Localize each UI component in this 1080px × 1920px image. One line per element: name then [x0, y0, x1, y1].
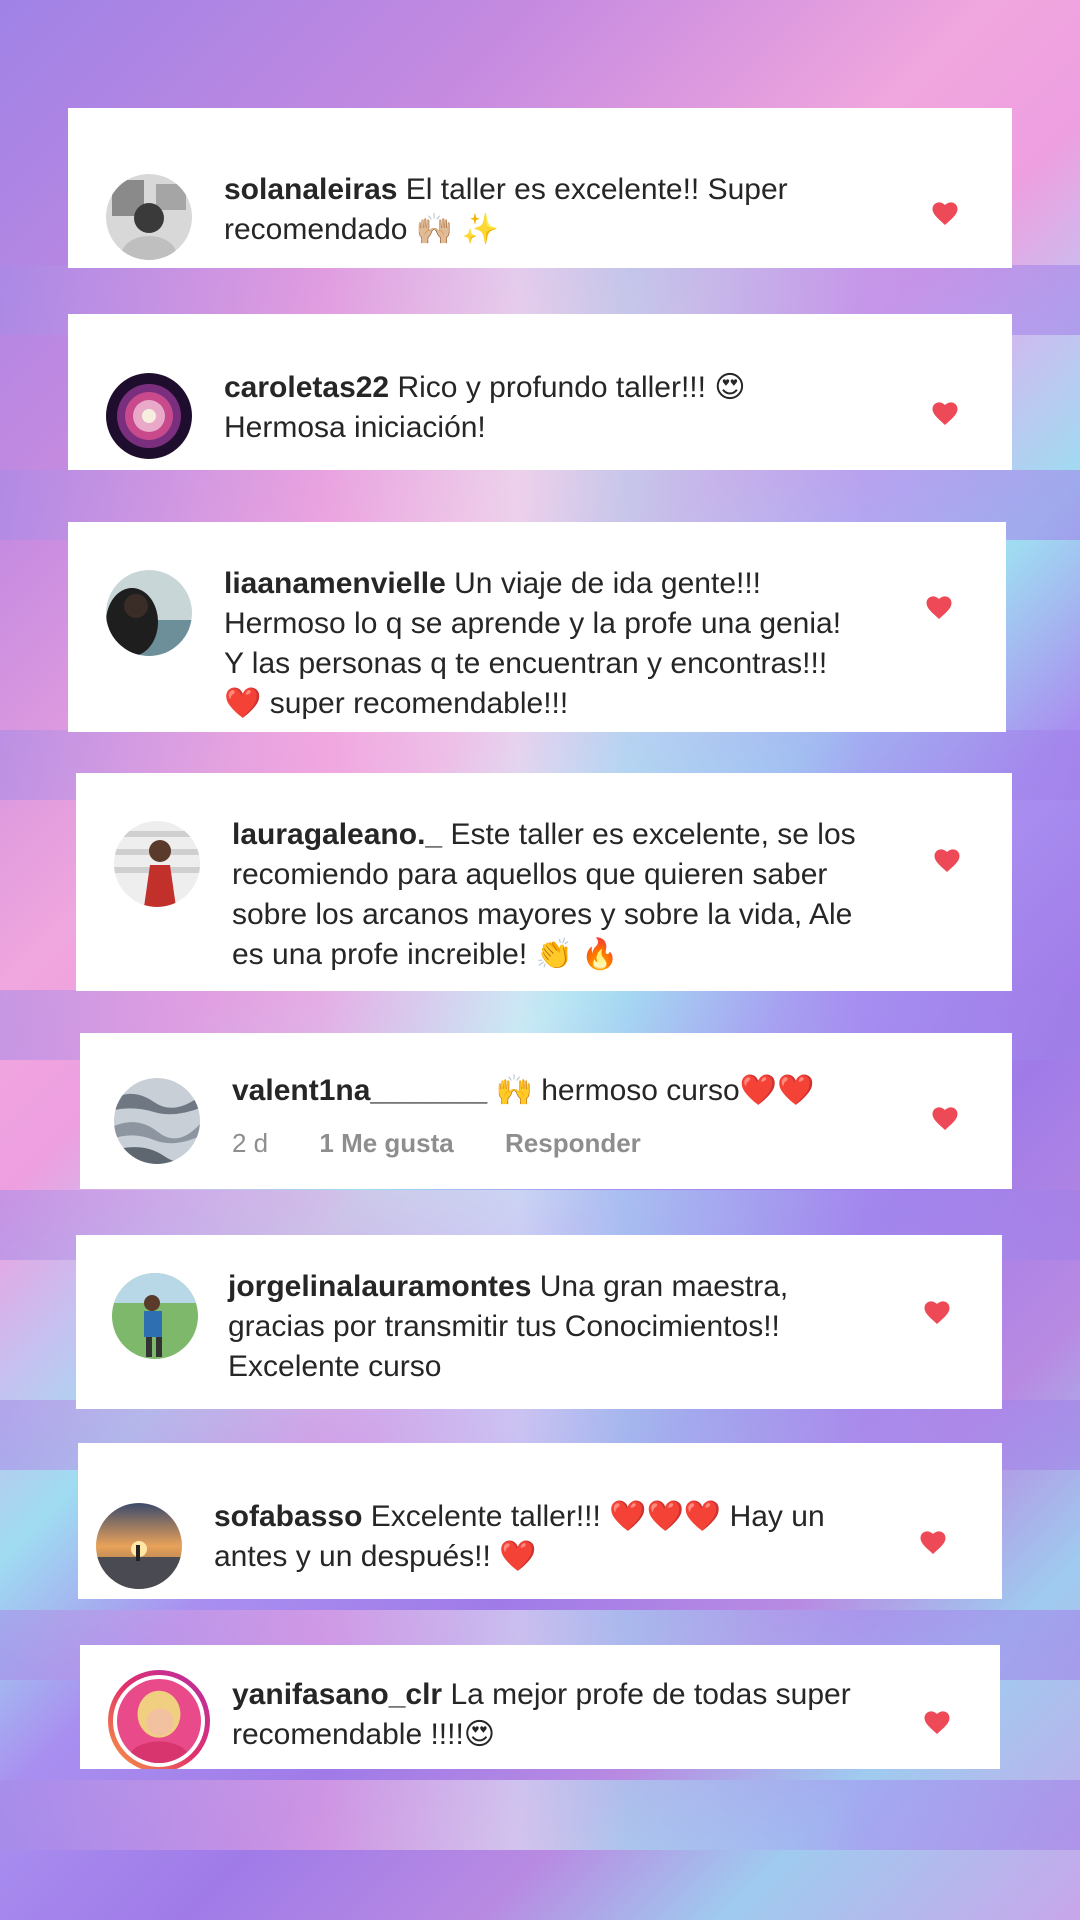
avatar-story-ring[interactable]: [108, 1670, 210, 1769]
comment-card: yanifasano_clr La mejor profe de todas s…: [80, 1645, 1000, 1769]
comment-username[interactable]: lauragaleano._: [232, 818, 442, 851]
comment-username[interactable]: yanifasano_clr: [232, 1678, 442, 1711]
comment-text: liaanamenvielle Un viaje de ida gente!!!…: [224, 564, 864, 724]
comment-username[interactable]: valent1na_______: [232, 1074, 487, 1107]
comment-username[interactable]: liaanamenvielle: [224, 567, 446, 600]
heart-icon[interactable]: [930, 1103, 960, 1133]
avatar[interactable]: [106, 570, 192, 656]
avatar[interactable]: [112, 1273, 198, 1359]
comment-card: solanaleiras El taller es excelente!! Su…: [68, 108, 1012, 268]
heart-icon[interactable]: [924, 592, 954, 622]
comment-meta: 2 d 1 Me gusta Responder: [232, 1128, 685, 1159]
comment-card: lauragaleano._ Este taller es excelente,…: [76, 773, 1012, 991]
comment-card: caroletas22 Rico y profundo taller!!! 😍 …: [68, 314, 1012, 470]
avatar[interactable]: [114, 1078, 200, 1164]
comment-username[interactable]: caroletas22: [224, 371, 389, 404]
comment-card: liaanamenvielle Un viaje de ida gente!!!…: [68, 522, 1006, 732]
heart-icon[interactable]: [922, 1707, 952, 1737]
comment-body: 🙌 hermoso curso❤️❤️: [495, 1074, 815, 1107]
heart-icon[interactable]: [932, 845, 962, 875]
heart-icon[interactable]: [918, 1527, 948, 1557]
comment-card: jorgelinalauramontes Una gran maestra, g…: [76, 1235, 1002, 1409]
avatar[interactable]: [106, 174, 192, 260]
avatar[interactable]: [114, 821, 200, 907]
heart-icon[interactable]: [930, 398, 960, 428]
comment-username[interactable]: solanaleiras: [224, 173, 397, 206]
comment-username[interactable]: sofabasso: [214, 1500, 362, 1533]
avatar[interactable]: [106, 373, 192, 459]
heart-icon[interactable]: [930, 198, 960, 228]
heart-icon[interactable]: [922, 1297, 952, 1327]
comment-text: jorgelinalauramontes Una gran maestra, g…: [228, 1267, 888, 1387]
comment-text: caroletas22 Rico y profundo taller!!! 😍 …: [224, 368, 864, 448]
comment-text: sofabasso Excelente taller!!! ❤️❤️❤️ Hay…: [214, 1497, 834, 1577]
comment-text: lauragaleano._ Este taller es excelente,…: [232, 815, 892, 975]
comment-time: 2 d: [232, 1128, 269, 1158]
avatar[interactable]: [96, 1503, 182, 1589]
comment-text: solanaleiras El taller es excelente!! Su…: [224, 170, 884, 250]
comment-card: valent1na_______ 🙌 hermoso curso❤️❤️ 2 d…: [80, 1033, 1012, 1189]
reply-button[interactable]: Responder: [505, 1128, 641, 1158]
likes-count-link[interactable]: 1 Me gusta: [319, 1128, 453, 1158]
comment-text: valent1na_______ 🙌 hermoso curso❤️❤️: [232, 1071, 892, 1111]
comment-card: sofabasso Excelente taller!!! ❤️❤️❤️ Hay…: [78, 1443, 1002, 1599]
comment-username[interactable]: jorgelinalauramontes: [228, 1270, 531, 1303]
comment-text: yanifasano_clr La mejor profe de todas s…: [232, 1675, 872, 1755]
